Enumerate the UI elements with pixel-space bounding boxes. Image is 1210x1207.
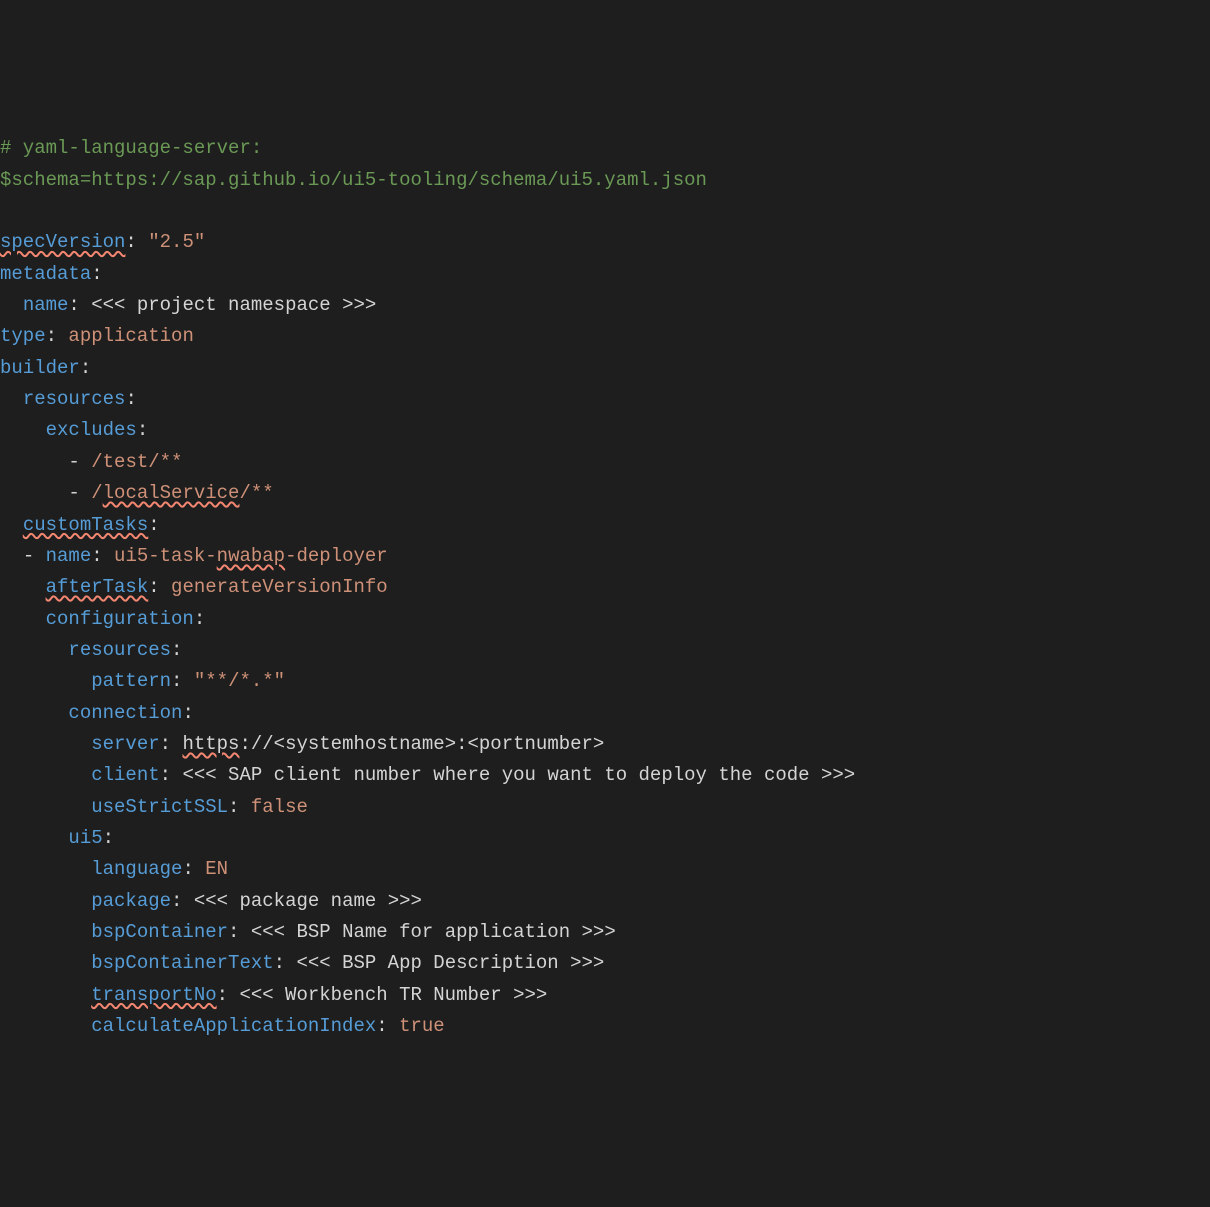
yaml-key: client — [91, 764, 159, 786]
code-line: - /test/** — [0, 447, 1210, 478]
code-line: bspContainerText: <<< BSP App Descriptio… — [0, 948, 1210, 979]
yaml-value: application — [68, 325, 193, 347]
yaml-value: generateVersionInfo — [171, 576, 388, 598]
yaml-value: /test/** — [91, 451, 182, 473]
yaml-value: ://<systemhostname>:<portnumber> — [239, 733, 604, 755]
code-line: specVersion: "2.5" — [0, 227, 1210, 258]
yaml-value: false — [251, 796, 308, 818]
yaml-key: bspContainer — [91, 921, 228, 943]
yaml-value: nwabap — [217, 545, 285, 567]
yaml-value: <<< SAP client number where you want to … — [182, 764, 855, 786]
code-editor[interactable]: # yaml-language-server: $schema=https://s… — [0, 133, 1210, 1042]
yaml-key: transportNo — [91, 984, 216, 1006]
dash: - — [68, 482, 79, 504]
code-line: builder: — [0, 353, 1210, 384]
yaml-value: / — [91, 482, 102, 504]
yaml-value: <<< package name >>> — [194, 890, 422, 912]
code-line: connection: — [0, 698, 1210, 729]
yaml-key: calculateApplicationIndex — [91, 1015, 376, 1037]
dash: - — [23, 545, 34, 567]
empty-line — [0, 200, 11, 222]
code-line: - /localService/** — [0, 478, 1210, 509]
yaml-key: specVersion — [0, 231, 125, 253]
yaml-key: server — [91, 733, 159, 755]
yaml-key: afterTask — [46, 576, 149, 598]
yaml-value: https — [182, 733, 239, 755]
yaml-value: -deployer — [285, 545, 388, 567]
yaml-key: type — [0, 325, 46, 347]
code-line: useStrictSSL: false — [0, 792, 1210, 823]
code-line: transportNo: <<< Workbench TR Number >>> — [0, 980, 1210, 1011]
yaml-key: builder — [0, 357, 80, 379]
code-line: # yaml-language-server: — [0, 133, 1210, 164]
code-line: resources: — [0, 635, 1210, 666]
yaml-key: metadata — [0, 263, 91, 285]
comment-text: # yaml-language-server: — [0, 137, 262, 159]
comment-text: $schema=https://sap.github.io/ui5-toolin… — [0, 169, 707, 191]
code-line: - name: ui5-task-nwabap-deployer — [0, 541, 1210, 572]
code-line: calculateApplicationIndex: true — [0, 1011, 1210, 1042]
yaml-key: language — [91, 858, 182, 880]
dash: - — [68, 451, 79, 473]
yaml-key: customTasks — [23, 514, 148, 536]
yaml-key: resources — [68, 639, 171, 661]
yaml-key: resources — [23, 388, 126, 410]
code-line — [0, 196, 1210, 227]
yaml-value: <<< project namespace >>> — [91, 294, 376, 316]
yaml-key: name — [46, 545, 92, 567]
yaml-key: pattern — [91, 670, 171, 692]
code-line: type: application — [0, 321, 1210, 352]
yaml-value: <<< BSP App Description >>> — [296, 952, 604, 974]
code-line: afterTask: generateVersionInfo — [0, 572, 1210, 603]
yaml-key: useStrictSSL — [91, 796, 228, 818]
yaml-value: ui5-task- — [114, 545, 217, 567]
yaml-key: name — [23, 294, 69, 316]
code-line: excludes: — [0, 415, 1210, 446]
code-line: pattern: "**/*.*" — [0, 666, 1210, 697]
code-line: server: https://<systemhostname>:<portnu… — [0, 729, 1210, 760]
yaml-value: EN — [205, 858, 228, 880]
yaml-key: ui5 — [68, 827, 102, 849]
yaml-value: "2.5" — [148, 231, 205, 253]
code-line: package: <<< package name >>> — [0, 886, 1210, 917]
yaml-value: /** — [239, 482, 273, 504]
yaml-key: connection — [68, 702, 182, 724]
code-line: $schema=https://sap.github.io/ui5-toolin… — [0, 165, 1210, 196]
yaml-key: package — [91, 890, 171, 912]
code-line: client: <<< SAP client number where you … — [0, 760, 1210, 791]
code-line: ui5: — [0, 823, 1210, 854]
yaml-key: bspContainerText — [91, 952, 273, 974]
yaml-value: <<< BSP Name for application >>> — [251, 921, 616, 943]
yaml-value: "**/*.*" — [194, 670, 285, 692]
code-line: bspContainer: <<< BSP Name for applicati… — [0, 917, 1210, 948]
code-line: language: EN — [0, 854, 1210, 885]
yaml-key: configuration — [46, 608, 194, 630]
yaml-value: <<< Workbench TR Number >>> — [239, 984, 547, 1006]
code-line: metadata: — [0, 259, 1210, 290]
code-line: name: <<< project namespace >>> — [0, 290, 1210, 321]
code-line: resources: — [0, 384, 1210, 415]
yaml-value: true — [399, 1015, 445, 1037]
yaml-key: excludes — [46, 419, 137, 441]
yaml-value: localService — [103, 482, 240, 504]
code-line: configuration: — [0, 604, 1210, 635]
code-line: customTasks: — [0, 510, 1210, 541]
